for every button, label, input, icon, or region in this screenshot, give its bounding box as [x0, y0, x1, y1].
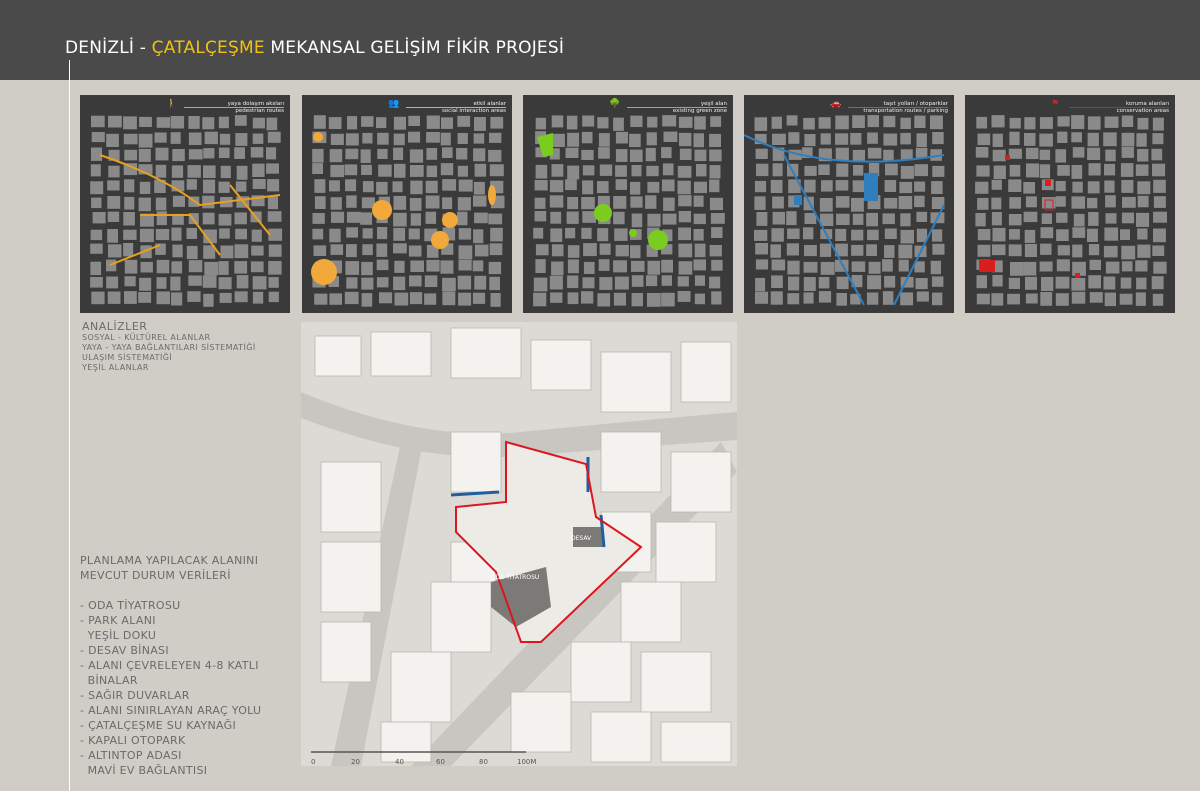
planning-heading: MEVCUT DURUM VERİLERİ [80, 569, 231, 582]
people-icon: 👥 [388, 99, 400, 109]
planning-item: - SAĞIR DUVARLAR [80, 689, 190, 702]
car-icon: 🚗 [830, 99, 842, 109]
map-legend: 🚗 taşıt yolları / otoparklar transportat… [830, 100, 948, 114]
pedestrian-icon: 🚶 [166, 99, 178, 109]
site-map: DESAV ODA TİYATROSU 0 20 40 60 80 100M [301, 322, 737, 766]
analysis-item: SOSYAL - KÜLTÜREL ALANLAR [82, 333, 211, 342]
analysis-item: YEŞİL ALANLAR [82, 363, 149, 372]
map-legend: 👥 etkil alanlar social interaction areas [388, 100, 506, 114]
planning-item: BİNALAR [80, 674, 138, 687]
planning-heading: PLANLAMA YAPILACAK ALANINI [80, 554, 259, 567]
site-plan-drawing [301, 322, 737, 766]
map-drawing [744, 115, 945, 306]
map-drawing [90, 115, 283, 307]
analysis-item: ULAŞIM SİSTEMATİĞİ [82, 353, 173, 362]
planning-item: - ÇATALÇEŞME SU KAYNAĞI [80, 719, 237, 732]
scale-tick-label: 40 [395, 758, 404, 766]
analysis-map-social: 👥 etkil alanlar social interaction areas [302, 95, 512, 313]
map-drawing [975, 115, 1167, 307]
map-drawing [311, 115, 505, 307]
scale-tick-label: 100M [517, 758, 537, 766]
analysis-list: ANALİZLER SOSYAL - KÜLTÜREL ALANLAR YAYA… [82, 320, 256, 373]
page-title: DENİZLİ - ÇATALÇEŞME MEKANSAL GELİŞİM Fİ… [65, 38, 565, 58]
analysis-item: YAYA - YAYA BAĞLANTILARI SİSTEMATİĞİ [82, 343, 256, 352]
planning-item: - ALANI ÇEVRELEYEN 4-8 KATLI [80, 659, 259, 672]
scale-tick-label: 0 [311, 758, 316, 766]
map-legend: 🌳 yeşil alan existing green zone [609, 100, 727, 114]
divider-line [69, 60, 70, 791]
legend-label: social interaction areas [441, 108, 506, 114]
flag-icon: ⚑ [1051, 99, 1060, 109]
analysis-map-transport: 🚗 taşıt yolları / otoparklar transportat… [744, 95, 954, 313]
scale-tick-label: 20 [351, 758, 360, 766]
planning-item: - KAPALI OTOPARK [80, 734, 186, 747]
analysis-map-pedestrian: 🚶 yaya dolaşım aksları pedestrian routes [80, 95, 290, 313]
analysis-map-green: 🌳 yeşil alan existing green zone [523, 95, 733, 313]
legend-label: existing green zone [672, 108, 727, 114]
planning-item: MAVİ EV BAĞLANTISI [80, 764, 208, 777]
theatre-label: ODA TİYATROSU [491, 574, 540, 581]
planning-item: - ALANI SINIRLAYAN ARAÇ YOLU [80, 704, 262, 717]
legend-label: pedestrian routes [235, 108, 284, 114]
planning-list: PLANLAMA YAPILACAK ALANINI MEVCUT DURUM … [80, 553, 261, 778]
legend-label: transportation routes / parking [863, 108, 948, 114]
map-drawing [533, 115, 725, 307]
map-legend: ⚑ koruma alanları conservation areas [1051, 100, 1169, 114]
tree-icon: 🌳 [609, 99, 621, 109]
planning-item: - PARK ALANI [80, 614, 156, 627]
planning-item: - ALTINTOP ADASI [80, 749, 182, 762]
desav-label: DESAV [571, 535, 592, 542]
planning-item: YEŞİL DOKU [80, 629, 157, 642]
analysis-map-conservation: ⚑ koruma alanları conservation areas [965, 95, 1175, 313]
map-legend: 🚶 yaya dolaşım aksları pedestrian routes [166, 100, 284, 114]
planning-item: - ODA TİYATROSU [80, 599, 181, 612]
scale-tick-label: 80 [479, 758, 488, 766]
planning-item: - DESAV BİNASI [80, 644, 169, 657]
legend-label: conservation areas [1116, 108, 1169, 114]
scale-tick-label: 60 [436, 758, 445, 766]
analysis-heading: ANALİZLER [82, 320, 148, 333]
